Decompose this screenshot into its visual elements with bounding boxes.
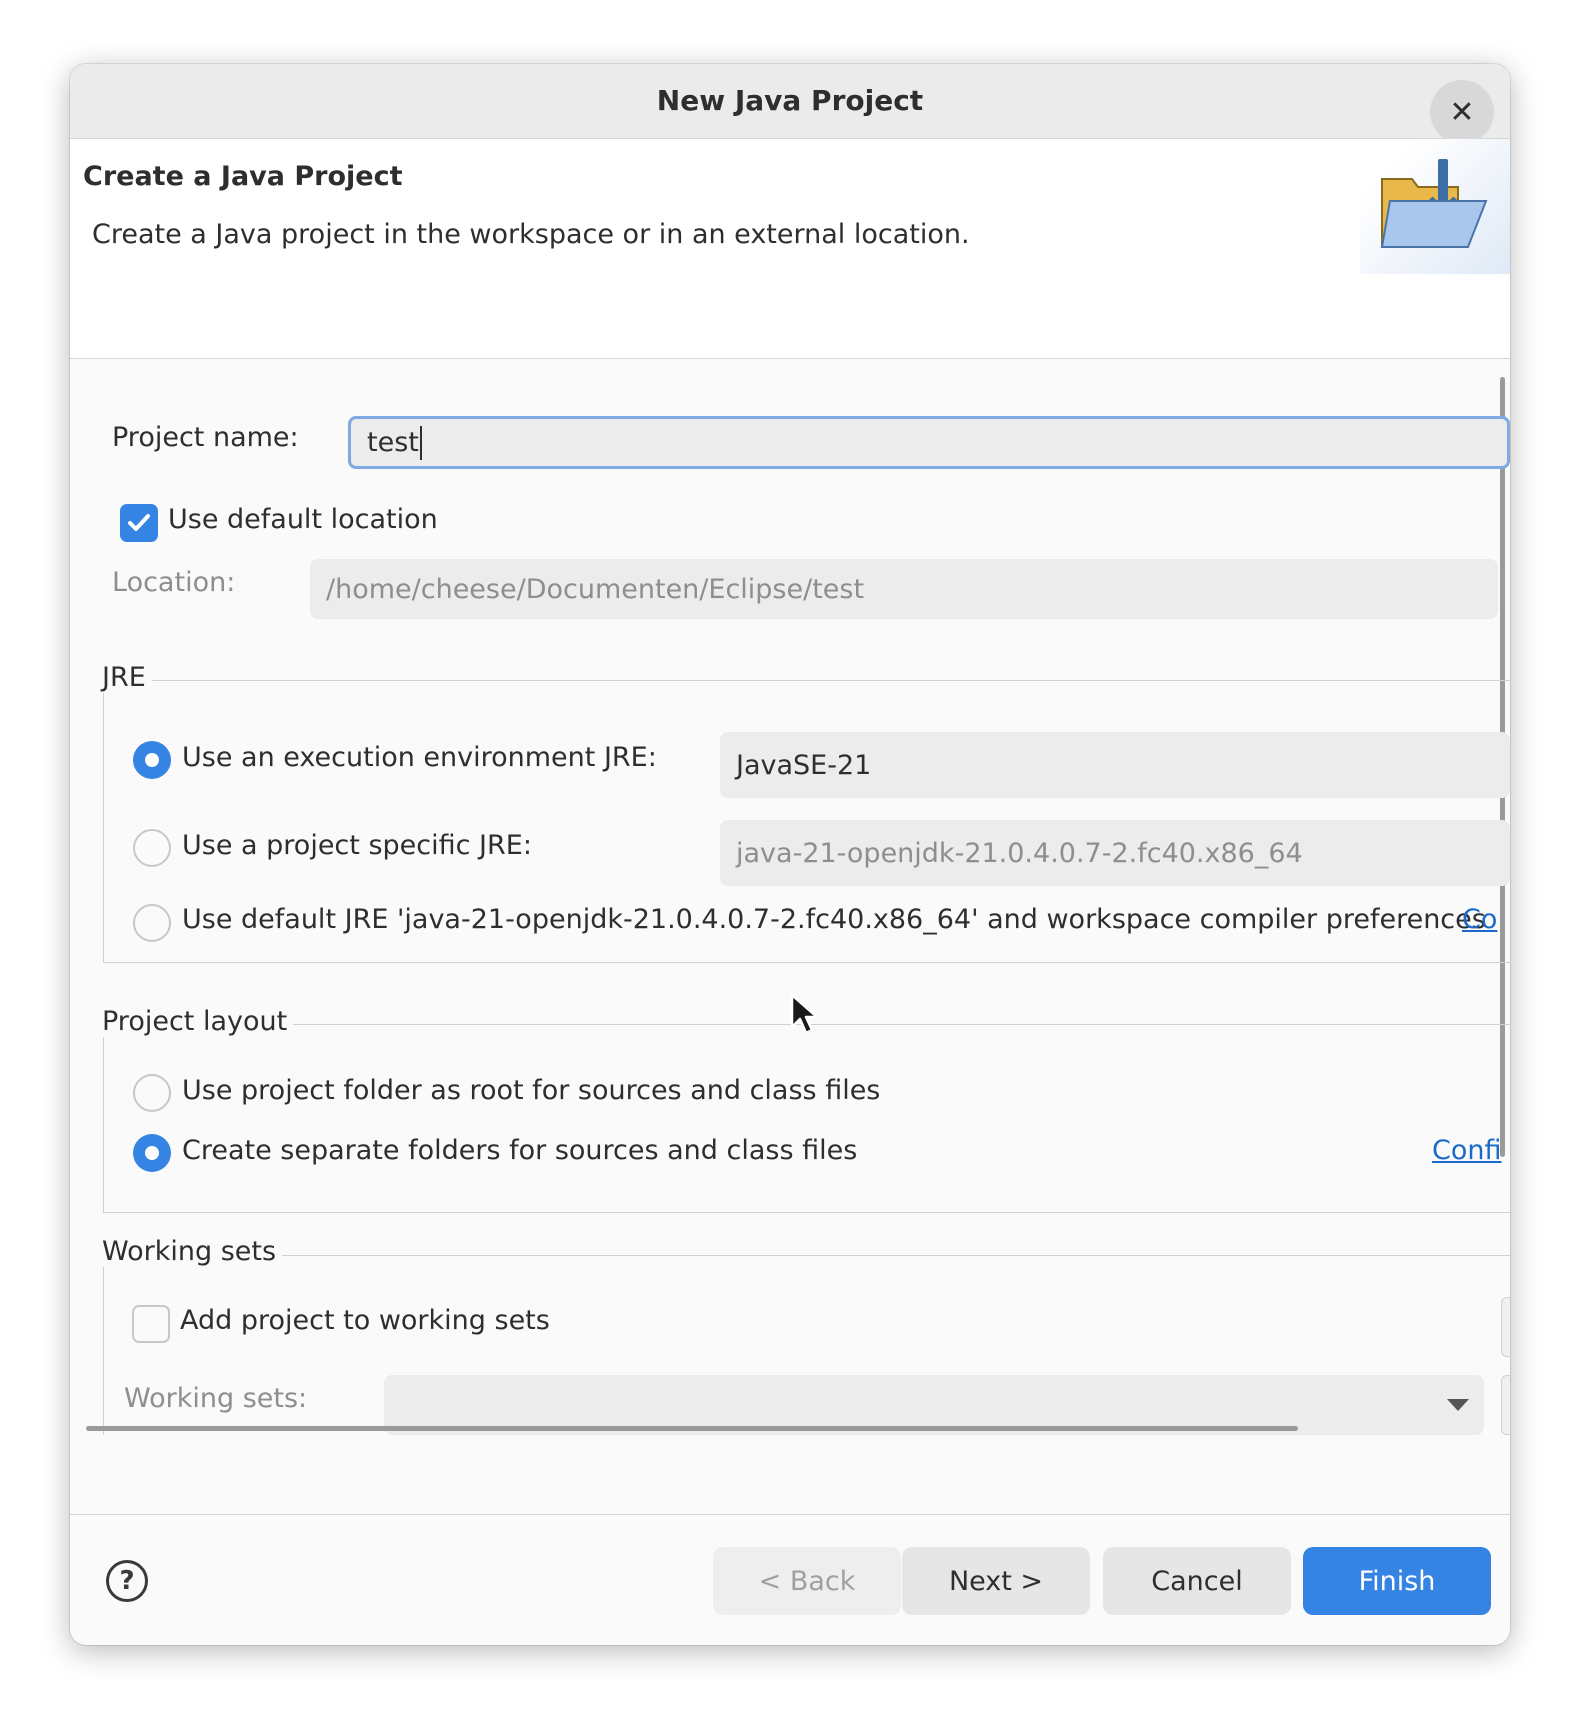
- execution-environment-value: JavaSE-21: [736, 749, 872, 781]
- close-icon: ✕: [1449, 94, 1475, 130]
- project-name-input[interactable]: test: [348, 416, 1510, 469]
- dialog-title: New Java Project: [656, 84, 924, 117]
- layout-group-title: Project layout: [102, 1006, 294, 1037]
- jre-default-label: Use default JRE 'java-21-openjdk-21.0.4.…: [182, 904, 1486, 935]
- cancel-button[interactable]: Cancel: [1103, 1547, 1291, 1615]
- add-to-working-sets-checkbox[interactable]: [132, 1305, 170, 1343]
- layout-group: [103, 1024, 1510, 1213]
- layout-separate-folders-radio[interactable]: [133, 1134, 171, 1172]
- footer-separator: [70, 1514, 1510, 1515]
- working-sets-group-title: Working sets: [102, 1236, 283, 1267]
- wizard-page-description: Create a Java project in the workspace o…: [92, 219, 970, 250]
- help-icon[interactable]: ?: [106, 1560, 148, 1602]
- checkmark-icon: [128, 514, 150, 531]
- close-button[interactable]: ✕: [1430, 80, 1494, 144]
- execution-environment-select[interactable]: JavaSE-21: [720, 732, 1510, 798]
- header-banner: [1360, 139, 1510, 274]
- wizard-page-title: Create a Java Project: [83, 161, 403, 192]
- use-default-location-label: Use default location: [168, 504, 438, 535]
- project-name-value: test: [367, 427, 419, 458]
- add-to-working-sets-label: Add project to working sets: [180, 1305, 550, 1336]
- java-folder-icon: [1380, 159, 1488, 248]
- new-working-set-button: [1501, 1297, 1510, 1357]
- jre-execution-environment-label: Use an execution environment JRE:: [182, 742, 657, 773]
- layout-separate-folders-label: Create separate folders for sources and …: [182, 1135, 858, 1166]
- jre-project-specific-label: Use a project specific JRE:: [182, 830, 532, 861]
- project-specific-jre-value: java-21-openjdk-21.0.4.0.7-2.fc40.x86_64: [736, 837, 1303, 869]
- jre-default-radio[interactable]: [133, 904, 171, 942]
- jre-execution-environment-radio[interactable]: [133, 741, 171, 779]
- jre-project-specific-radio[interactable]: [133, 829, 171, 867]
- layout-project-root-label: Use project folder as root for sources a…: [182, 1075, 881, 1106]
- title-bar: New Java Project ✕: [70, 64, 1510, 144]
- layout-project-root-radio[interactable]: [133, 1074, 171, 1112]
- use-default-location-checkbox[interactable]: [120, 504, 158, 542]
- project-name-label: Project name:: [112, 422, 299, 453]
- finish-button[interactable]: Finish: [1303, 1547, 1491, 1615]
- text-caret: [419, 425, 422, 460]
- wizard-body: Project name: test Use default location …: [70, 359, 1510, 1573]
- project-specific-jre-select: java-21-openjdk-21.0.4.0.7-2.fc40.x86_64: [720, 820, 1510, 886]
- location-input: /home/cheese/Documenten/Eclipse/test: [310, 559, 1498, 619]
- location-label: Location:: [112, 567, 236, 598]
- chevron-down-icon: [1447, 1399, 1469, 1411]
- select-working-sets-button: [1501, 1375, 1510, 1435]
- next-button[interactable]: Next >: [902, 1547, 1090, 1615]
- configure-default-layout-link[interactable]: Confi: [1432, 1135, 1506, 1166]
- new-java-project-dialog: New Java Project ✕ Create a Java Project…: [70, 64, 1510, 1645]
- wizard-header: Create a Java Project Create a Java proj…: [70, 139, 1510, 359]
- jre-group-title: JRE: [102, 662, 152, 693]
- mouse-pointer-icon: [790, 993, 819, 1035]
- configure-jres-link[interactable]: Co: [1462, 904, 1506, 935]
- back-button[interactable]: < Back: [713, 1547, 901, 1615]
- location-value: /home/cheese/Documenten/Eclipse/test: [326, 573, 865, 605]
- horizontal-scrollbar[interactable]: [86, 1426, 1298, 1431]
- working-sets-label: Working sets:: [124, 1383, 308, 1414]
